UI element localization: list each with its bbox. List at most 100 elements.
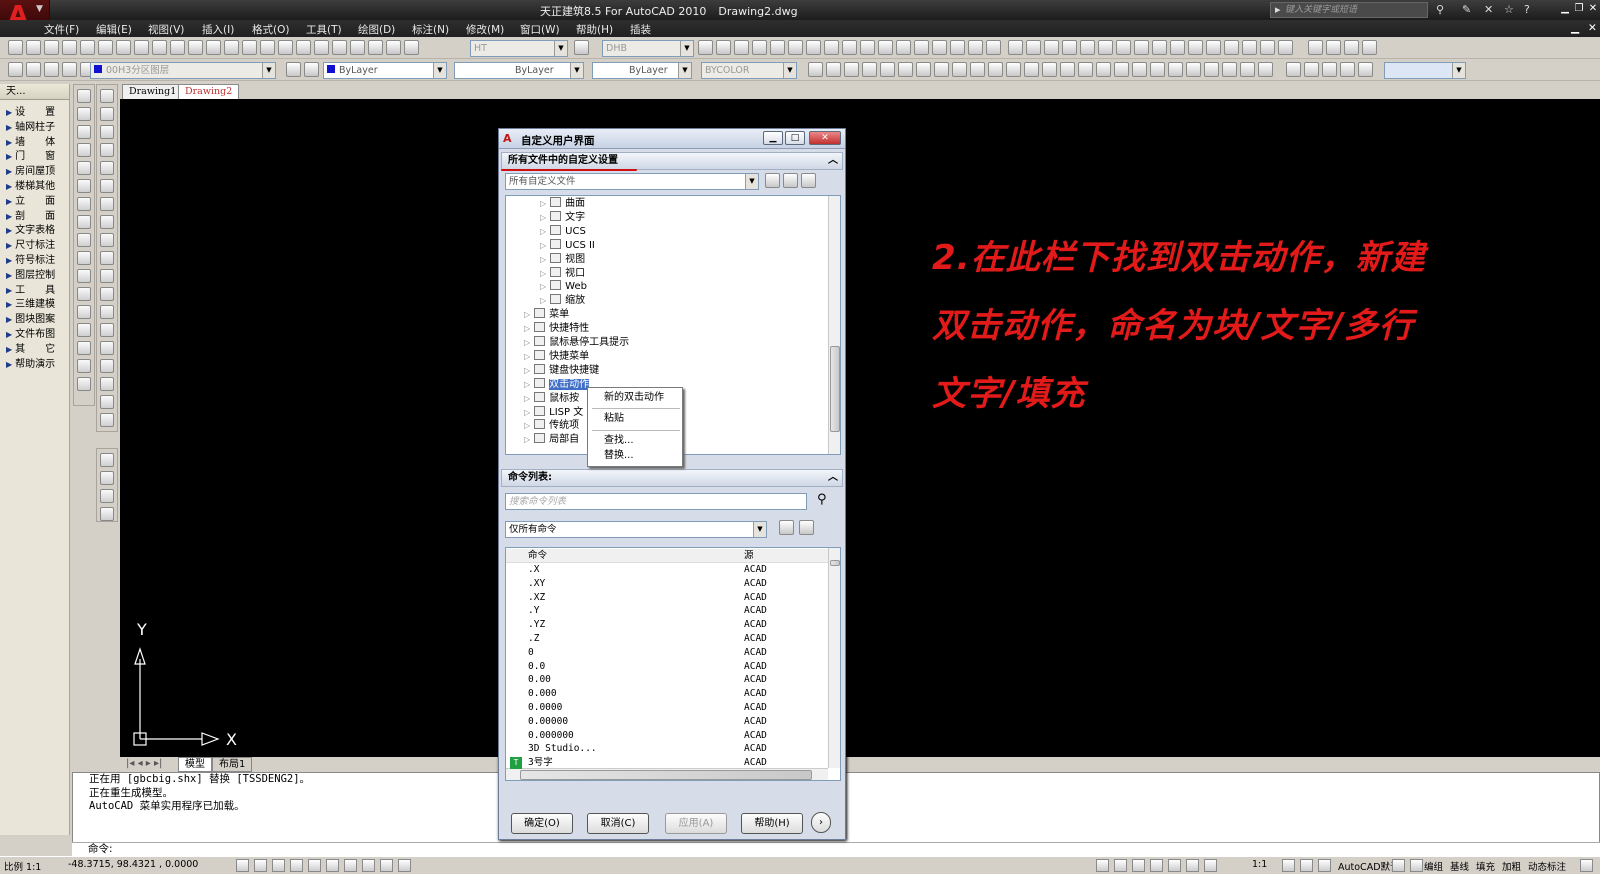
menu-modify[interactable]: 修改(M) xyxy=(466,22,504,37)
toggle-baseline[interactable]: 基线 xyxy=(1450,859,1469,873)
tree-node[interactable]: ▷ LISP 文 xyxy=(524,405,583,420)
toolbar-tool-icon[interactable] xyxy=(188,40,203,55)
tree-node[interactable]: ▷ UCS xyxy=(540,224,586,239)
command-row[interactable]: 0.00 ACAD xyxy=(506,673,828,687)
toolbar-tool-icon[interactable] xyxy=(1308,40,1323,55)
toolbar-tool-icon[interactable] xyxy=(1170,40,1185,55)
scrollbar-thumb[interactable] xyxy=(830,560,840,566)
expand-toggle-icon[interactable]: ▷ xyxy=(540,241,546,250)
toolbar-tool-icon[interactable] xyxy=(386,40,401,55)
tab-model[interactable]: 模型 xyxy=(178,757,212,772)
status-toggle-icon[interactable] xyxy=(1186,859,1199,872)
scale-indicator[interactable]: 比例 1:1 xyxy=(4,859,41,873)
maximize-icon[interactable]: □ xyxy=(785,131,805,145)
tree-node[interactable]: ▷ 快捷菜单 xyxy=(524,349,589,364)
column-source[interactable]: 源 xyxy=(744,549,754,563)
tab-drawing1[interactable]: Drawing1 xyxy=(122,84,184,99)
status-toggle-icon[interactable] xyxy=(1318,859,1331,872)
screen-menu-item[interactable]: ▶ 三维建模 xyxy=(0,298,69,313)
toolbar-tool-icon[interactable] xyxy=(806,40,821,55)
expand-toggle-icon[interactable]: ▷ xyxy=(540,296,546,305)
command-row[interactable]: 0.0000 ACAD xyxy=(506,701,828,715)
doc-minimize-icon[interactable]: ▁ xyxy=(1571,22,1579,34)
command-row[interactable]: 0.000 ACAD xyxy=(506,687,828,701)
expand-toggle-icon[interactable]: ▷ xyxy=(524,310,530,319)
modify-tool-icon[interactable] xyxy=(100,269,114,283)
toolbar-tool-icon[interactable] xyxy=(1006,62,1021,77)
toolbar-tool-icon[interactable] xyxy=(62,62,77,77)
modify-tool-icon[interactable] xyxy=(100,107,114,121)
menu-help[interactable]: 帮助(H) xyxy=(576,22,613,37)
command-row[interactable]: .Y ACAD xyxy=(506,604,828,618)
toolbar-tool-icon[interactable] xyxy=(278,40,293,55)
modify-tool-icon[interactable] xyxy=(100,143,114,157)
toolbar-tool-icon[interactable] xyxy=(1114,62,1129,77)
toggle-group[interactable]: 编组 xyxy=(1424,859,1443,873)
expand-toggle-icon[interactable]: ▷ xyxy=(540,199,546,208)
status-toggle-icon[interactable] xyxy=(1132,859,1145,872)
toolbar-tool-icon[interactable] xyxy=(808,62,823,77)
toolbar-tool-icon[interactable] xyxy=(824,40,839,55)
expand-toggle-icon[interactable]: ▷ xyxy=(540,213,546,222)
screen-menu-item[interactable]: ▶ 设 置 xyxy=(0,106,69,121)
modify-tool-icon[interactable] xyxy=(100,233,114,247)
toolbar-tool-icon[interactable] xyxy=(1304,62,1319,77)
status-toggle-icon[interactable] xyxy=(380,859,393,872)
modify-tool-icon[interactable] xyxy=(100,377,114,391)
save-as-icon[interactable] xyxy=(801,173,816,188)
status-toggle-icon[interactable] xyxy=(290,859,303,872)
command-row[interactable]: T 3号字 ACAD xyxy=(506,756,828,770)
toolbar-tool-icon[interactable] xyxy=(368,40,383,55)
command-list-header[interactable]: 命令列表: ︿ xyxy=(501,469,843,487)
toolbar-tool-icon[interactable] xyxy=(170,40,185,55)
menu-format[interactable]: 格式(O) xyxy=(252,22,289,37)
help-icon[interactable]: ? xyxy=(1524,3,1530,16)
modify-tool-icon[interactable] xyxy=(100,305,114,319)
toolbar-tool-icon[interactable] xyxy=(1044,40,1059,55)
modify-tool-icon[interactable] xyxy=(100,197,114,211)
toolbar-tool-icon[interactable] xyxy=(152,40,167,55)
modify-tool-icon[interactable] xyxy=(100,89,114,103)
toolbar-tool-icon[interactable] xyxy=(260,40,275,55)
modify-tool-icon[interactable] xyxy=(100,413,114,427)
screen-menu-item[interactable]: ▶ 剖 面 xyxy=(0,210,69,225)
tree-node[interactable]: ▷ 键盘快捷键 xyxy=(524,363,599,378)
toolbar-tool-icon[interactable] xyxy=(932,40,947,55)
command-list[interactable]: 命令 源 .X ACAD .XY ACAD .XZ ACAD .Y ACAD .YZ ACAD .Z A… xyxy=(505,547,841,781)
menu-window[interactable]: 窗口(W) xyxy=(520,22,560,37)
toolbar-tool-icon[interactable] xyxy=(1240,62,1255,77)
menu-tools[interactable]: 工具(T) xyxy=(306,22,342,37)
expand-toggle-icon[interactable]: ▷ xyxy=(524,324,530,333)
toolbar-tool-icon[interactable] xyxy=(952,62,967,77)
tree-node[interactable]: ▷ Web xyxy=(540,280,587,294)
toolbar-tool-icon[interactable] xyxy=(8,40,23,55)
toolbar-tool-icon[interactable] xyxy=(1258,62,1273,77)
expand-toggle-icon[interactable]: ▷ xyxy=(540,269,546,278)
layer-combo[interactable]: 00H3分区图层 ▼ xyxy=(90,62,276,79)
screen-menu-item[interactable]: ▶ 立 面 xyxy=(0,195,69,210)
command-filter-combo[interactable]: 仅所有命令 ▼ xyxy=(505,521,767,538)
cmdlist-scrollbar[interactable] xyxy=(828,548,840,768)
new-command-icon[interactable] xyxy=(779,520,794,535)
communication-icon[interactable]: ✕ xyxy=(1484,3,1493,16)
draworder-tool-icon[interactable] xyxy=(100,453,114,467)
status-toggle-icon[interactable] xyxy=(1580,859,1593,872)
modify-tool-icon[interactable] xyxy=(100,287,114,301)
toolbar-tool-icon[interactable] xyxy=(1278,40,1293,55)
column-command[interactable]: 命令 xyxy=(528,549,547,563)
toolbar-tool-icon[interactable] xyxy=(986,40,1001,55)
toolbar-tool-icon[interactable] xyxy=(1042,62,1057,77)
tree-node[interactable]: ▷ 传统项 xyxy=(524,419,579,433)
screen-menu-item[interactable]: ▶ 楼梯其他 xyxy=(0,180,69,195)
toolbar-tool-icon[interactable] xyxy=(1024,62,1039,77)
modify-tool-icon[interactable] xyxy=(100,215,114,229)
command-row[interactable]: .X ACAD xyxy=(506,563,828,577)
ctx-find[interactable]: 查找... xyxy=(604,434,634,448)
workspace-switcher[interactable]: AutoCAD默认 xyxy=(1338,859,1400,873)
minimize-icon[interactable]: ▁ xyxy=(763,131,783,145)
expand-toggle-icon[interactable]: ▷ xyxy=(524,408,530,417)
toolbar-tool-icon[interactable] xyxy=(1260,40,1275,55)
draw-tool-icon[interactable] xyxy=(77,179,91,193)
toolbar-tool-icon[interactable] xyxy=(404,40,419,55)
ctx-paste[interactable]: 粘贴 xyxy=(604,412,624,426)
